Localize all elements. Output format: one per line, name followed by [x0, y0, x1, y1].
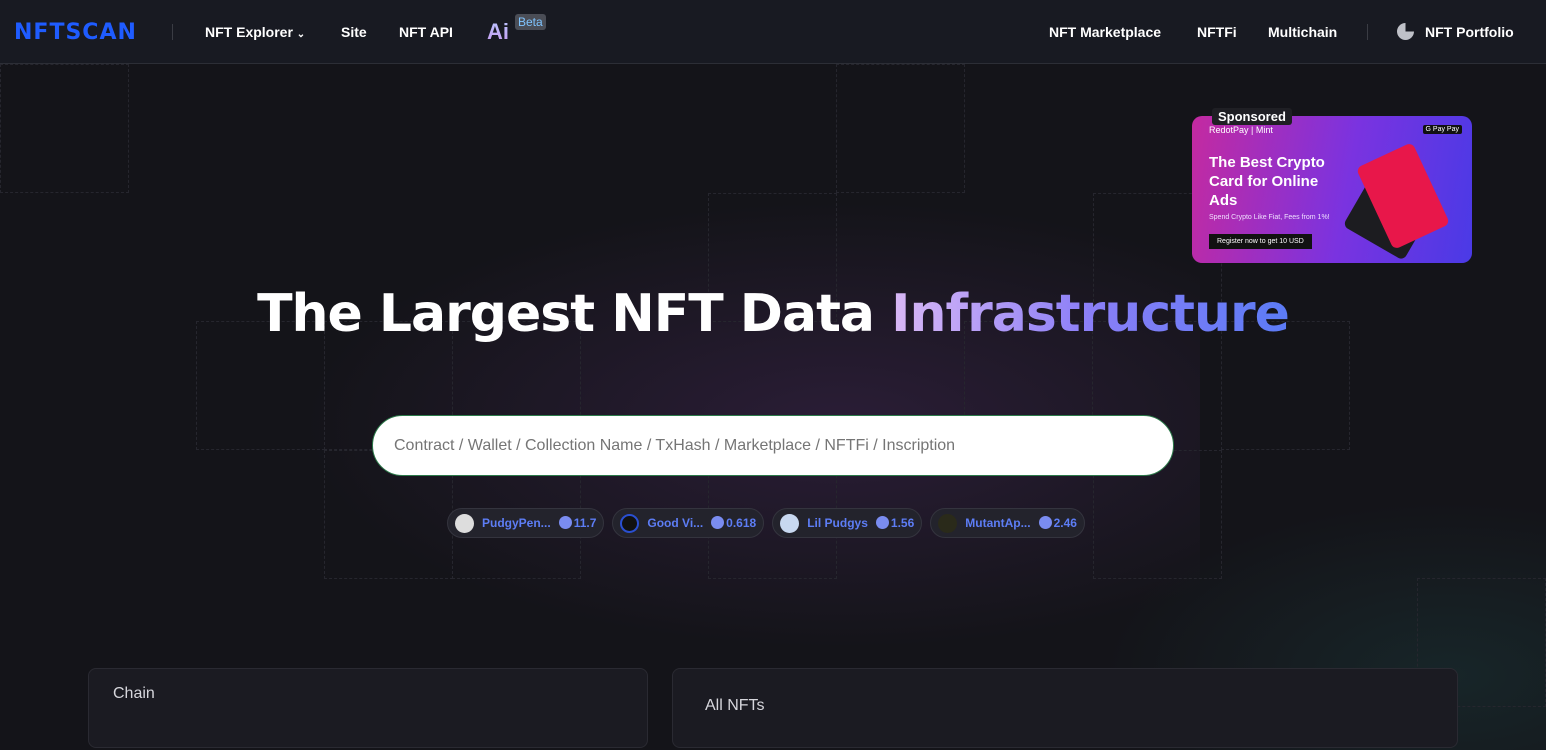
collection-name: MutantAp... — [965, 516, 1031, 530]
ad-headline: The Best Crypto Card for Online Ads — [1209, 154, 1325, 209]
collection-name: PudgyPen... — [482, 516, 551, 530]
ai-link[interactable]: Ai — [487, 19, 509, 45]
collection-name: Lil Pudgys — [807, 516, 868, 530]
ad-pay-badges: G Pay Pay — [1422, 125, 1462, 134]
floor-price: 2.46 — [1038, 516, 1077, 530]
collection-avatar — [938, 513, 958, 533]
trending-chip[interactable]: Good Vi... 0.618 — [612, 508, 765, 538]
divider — [172, 24, 173, 40]
nav-nft-explorer[interactable]: NFT Explorer ⌄ — [205, 24, 305, 40]
nav-nft-portfolio[interactable]: NFT Portfolio — [1425, 24, 1514, 40]
hero-title: The Largest NFT Data Infrastructure — [0, 284, 1546, 344]
eth-icon — [558, 516, 572, 529]
chevron-down-icon: ⌄ — [296, 29, 306, 40]
sponsored-ad-banner[interactable]: RedotPay | Mint G Pay Pay The Best Crypt… — [1192, 116, 1472, 263]
price-value: 11.7 — [573, 516, 597, 530]
pie-chart-icon — [1397, 23, 1414, 40]
chain-panel: Chain — [88, 668, 648, 748]
top-nav: NFTSCAN NFT Explorer ⌄ Site NFT API Ai B… — [0, 0, 1546, 64]
collection-name: Good Vi... — [647, 516, 704, 530]
nav-nft-marketplace[interactable]: NFT Marketplace — [1049, 24, 1161, 40]
price-value: 1.56 — [890, 516, 915, 530]
floor-price: 1.56 — [875, 516, 915, 530]
price-value: 0.618 — [726, 516, 757, 530]
eth-icon — [1038, 516, 1052, 529]
eth-icon — [875, 516, 889, 529]
all-nfts-panel: All NFTs — [672, 668, 1458, 748]
nftscan-logo[interactable]: NFTSCAN — [14, 20, 137, 45]
price-value: 2.46 — [1053, 516, 1077, 530]
nav-nft-api[interactable]: NFT API — [399, 24, 453, 40]
trending-collections: PudgyPen... 11.7 Good Vi... 0.618 Lil Pudg… — [447, 508, 1085, 538]
nav-nftfi[interactable]: NFTFi — [1197, 24, 1237, 40]
hero-title-gradient: Infrastructure — [891, 284, 1290, 344]
eth-icon — [711, 516, 725, 529]
hero-title-main: The Largest NFT Data — [257, 284, 892, 344]
trending-chip[interactable]: Lil Pudgys 1.56 — [772, 508, 923, 538]
divider — [1367, 24, 1368, 40]
chain-panel-title: Chain — [113, 685, 155, 702]
nav-label: NFT Explorer — [205, 24, 293, 40]
ad-brand: RedotPay | Mint — [1209, 125, 1273, 135]
nav-site[interactable]: Site — [341, 24, 367, 40]
all-nfts-title: All NFTs — [705, 697, 765, 714]
trending-chip[interactable]: MutantAp... 2.46 — [930, 508, 1085, 538]
sponsored-label: Sponsored — [1212, 108, 1292, 125]
floor-price: 11.7 — [558, 516, 597, 530]
floor-price: 0.618 — [711, 516, 756, 530]
search-input[interactable] — [372, 415, 1174, 476]
collection-avatar — [455, 513, 474, 533]
ad-cta-button[interactable]: Register now to get 10 USD — [1209, 234, 1312, 249]
collection-avatar — [780, 513, 800, 533]
collection-avatar — [620, 513, 640, 533]
nav-multichain[interactable]: Multichain — [1268, 24, 1337, 40]
beta-badge: Beta — [515, 14, 546, 30]
ad-subtext: Spend Crypto Like Fiat, Fees from 1%! — [1209, 214, 1330, 221]
trending-chip[interactable]: PudgyPen... 11.7 — [447, 508, 605, 538]
